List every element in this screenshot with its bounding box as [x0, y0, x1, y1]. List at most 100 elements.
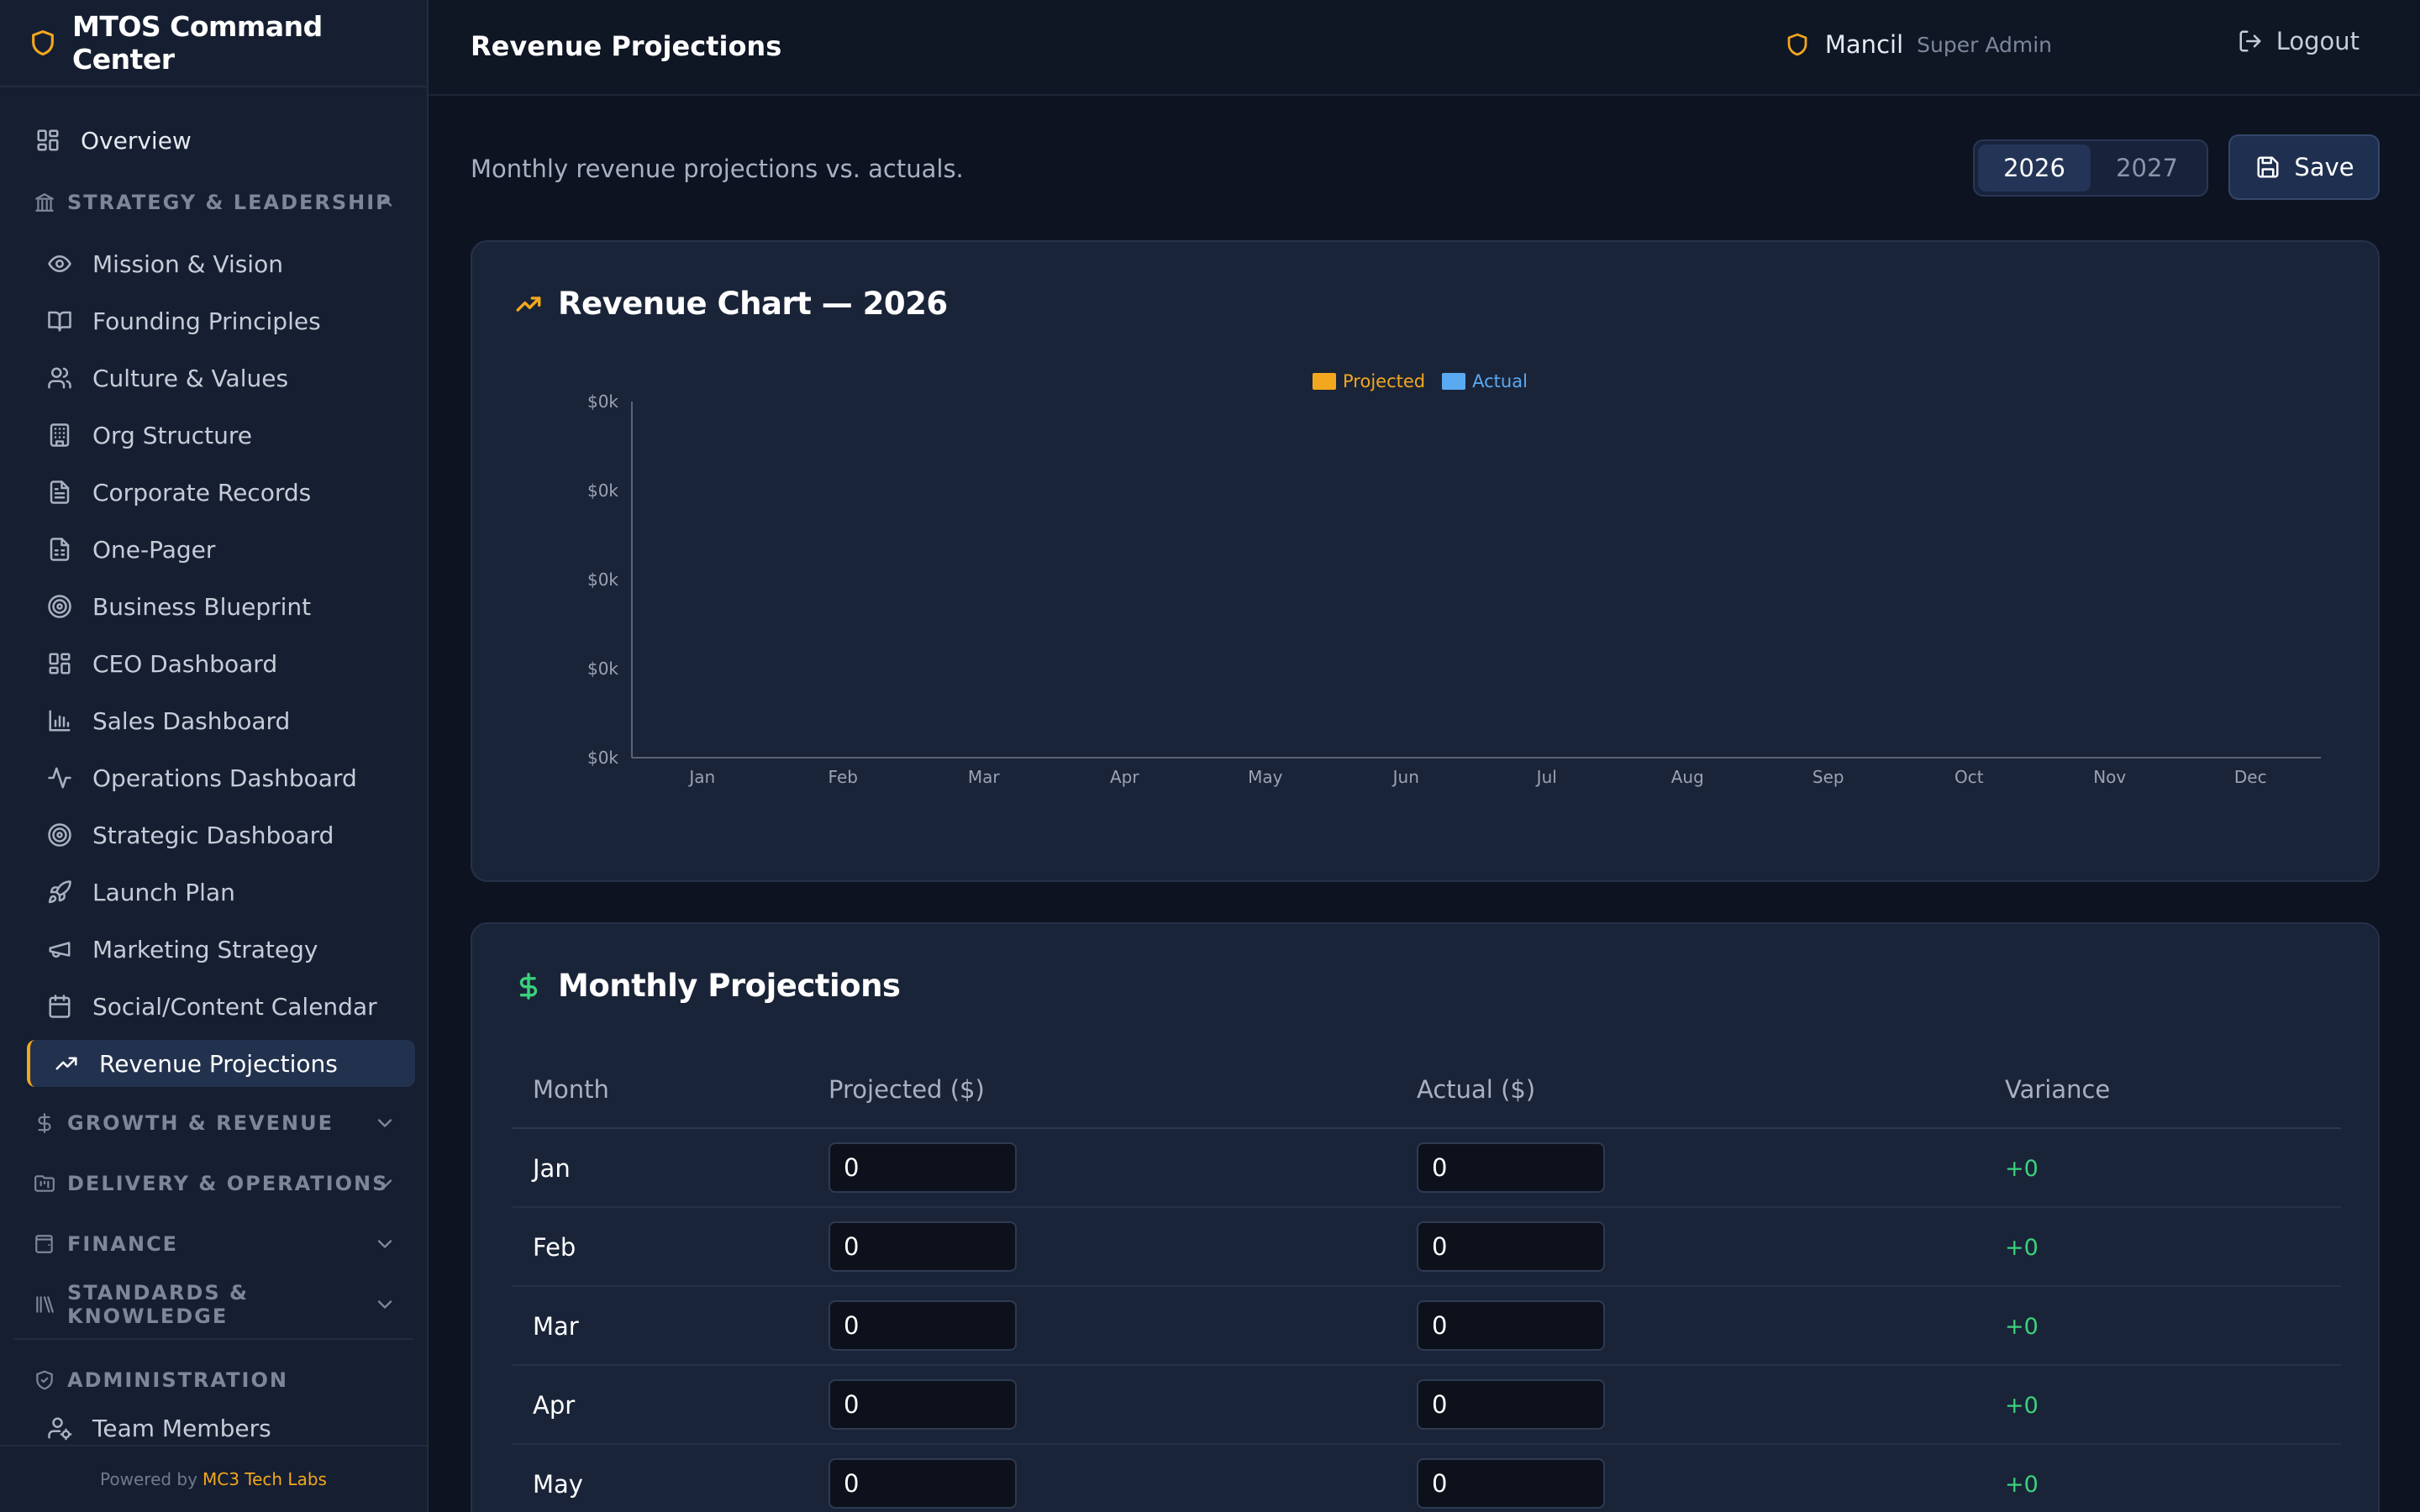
brand[interactable]: MTOS Command Center: [0, 0, 427, 87]
year-button-2027[interactable]: 2027: [2091, 144, 2203, 192]
actual-input[interactable]: [1417, 1300, 1605, 1351]
actual-input[interactable]: [1417, 1458, 1605, 1509]
x-tick-label: Dec: [2234, 767, 2267, 787]
sidebar-item-sales-dashboard[interactable]: Sales Dashboard: [35, 697, 413, 744]
projected-input[interactable]: [829, 1142, 1017, 1193]
table-header: Month Projected ($) Actual ($) Variance: [513, 1050, 2341, 1129]
variance-cell: +0: [2005, 1472, 2039, 1498]
sidebar-item-label: Marketing Strategy: [92, 935, 318, 963]
sidebar-item-ceo-dashboard[interactable]: CEO Dashboard: [35, 640, 413, 687]
actual-input[interactable]: [1417, 1142, 1605, 1193]
sidebar-item-org-structure[interactable]: Org Structure: [35, 412, 413, 459]
x-tick-label: May: [1248, 767, 1283, 787]
sidebar-item-strategic-dashboard[interactable]: Strategic Dashboard: [35, 811, 413, 858]
table-title: Monthly Projections: [558, 968, 901, 1004]
user-cog-icon: [45, 1414, 74, 1442]
year-button-2026[interactable]: 2026: [1978, 144, 2091, 192]
sidebar-item-label: Org Structure: [92, 421, 252, 449]
table-row: Apr +0: [513, 1366, 2341, 1445]
sidebar-item-revenue-projections[interactable]: Revenue Projections: [27, 1040, 415, 1087]
column-header-projected: Projected ($): [829, 1075, 985, 1104]
sidebar-item-label: Corporate Records: [92, 478, 312, 507]
sidebar-item-operations-dashboard[interactable]: Operations Dashboard: [35, 754, 413, 801]
dollar-icon: [34, 1112, 55, 1134]
target-icon: [45, 821, 74, 849]
projected-input[interactable]: [829, 1300, 1017, 1351]
sidebar-item-label: Operations Dashboard: [92, 764, 357, 792]
logout-icon: [2236, 27, 2265, 55]
brand-name: MTOS Command Center: [72, 10, 323, 76]
section-delivery-operations[interactable]: DELIVERY & OPERATIONS: [27, 1163, 402, 1205]
projected-input[interactable]: [829, 1221, 1017, 1272]
y-tick-label: $0k: [587, 748, 618, 768]
sidebar-item-founding-principles[interactable]: Founding Principles: [35, 297, 413, 344]
chevron-down-icon: [373, 1172, 397, 1195]
target-icon: [45, 592, 74, 621]
wallet-icon: [34, 1233, 55, 1255]
sidebar-item-one-pager[interactable]: One-Pager: [35, 526, 413, 573]
variance-cell: +0: [2005, 1314, 2039, 1340]
projected-input[interactable]: [829, 1458, 1017, 1509]
month-cell: Mar: [533, 1312, 579, 1341]
x-tick-label: Aug: [1671, 767, 1704, 787]
revenue-chart: $0k $0k $0k $0k $0k Jan Feb Mar Apr May Jun Jul Aug S…: [587, 391, 2321, 787]
sidebar-item-overview[interactable]: Overview: [27, 119, 413, 161]
dollar-icon: [514, 972, 543, 1000]
actual-input[interactable]: [1417, 1221, 1605, 1272]
sidebar-item-label: Team Members: [92, 1414, 271, 1442]
x-tick-label: Jun: [1392, 767, 1419, 787]
table-row: Mar +0: [513, 1287, 2341, 1366]
sidebar-item-business-blueprint[interactable]: Business Blueprint: [35, 583, 413, 630]
y-tick-label: $0k: [587, 570, 618, 590]
users-icon: [45, 364, 74, 392]
section-label: FINANCE: [67, 1232, 179, 1256]
column-header-variance: Variance: [2005, 1075, 2111, 1104]
sidebar-item-label: Mission & Vision: [92, 249, 283, 278]
y-tick-label: $0k: [587, 391, 618, 412]
logout-label: Logout: [2275, 27, 2360, 55]
y-tick-label: $0k: [587, 659, 618, 679]
section-label: STANDARDS & KNOWLEDGE: [67, 1281, 249, 1328]
sidebar-item-marketing-strategy[interactable]: Marketing Strategy: [35, 926, 413, 973]
actual-input[interactable]: [1417, 1379, 1605, 1430]
section-standards-knowledge[interactable]: STANDARDS & KNOWLEDGE: [27, 1281, 402, 1328]
sidebar-item-corporate-records[interactable]: Corporate Records: [35, 469, 413, 516]
sidebar-item-label: Social/Content Calendar: [92, 992, 377, 1021]
sidebar-item-label: Launch Plan: [92, 878, 235, 906]
library-icon: [34, 1294, 55, 1315]
column-header-actual: Actual ($): [1417, 1075, 1536, 1104]
sidebar-item-culture-values[interactable]: Culture & Values: [35, 354, 413, 402]
sidebar-divider: [13, 1338, 413, 1340]
x-tick-label: Nov: [2093, 767, 2126, 787]
section-strategy-leadership[interactable]: STRATEGY & LEADERSHIP: [27, 181, 402, 223]
section-label: GROWTH & REVENUE: [67, 1111, 334, 1135]
save-label: Save: [2294, 153, 2354, 181]
trending-up-icon: [52, 1049, 81, 1078]
year-toggle: 2026 2027: [1973, 139, 2208, 197]
save-icon: [2254, 153, 2282, 181]
file-text-icon: [45, 478, 74, 507]
x-tick-label: Jan: [687, 767, 715, 787]
x-tick-label: Mar: [968, 767, 1001, 787]
section-finance[interactable]: FINANCE: [27, 1223, 402, 1265]
section-administration[interactable]: ADMINISTRATION: [27, 1359, 402, 1401]
megaphone-icon: [45, 935, 74, 963]
sidebar-item-mission-vision[interactable]: Mission & Vision: [35, 240, 413, 287]
section-growth-revenue[interactable]: GROWTH & REVENUE: [27, 1102, 402, 1144]
footer-brand-link[interactable]: MC3 Tech Labs: [203, 1469, 327, 1489]
projected-input[interactable]: [829, 1379, 1017, 1430]
table-row: May +0: [513, 1445, 2341, 1512]
landmark-icon: [34, 192, 55, 213]
logout-button[interactable]: Logout: [2236, 27, 2360, 55]
sidebar: MTOS Command Center Overview STRATEGY & …: [0, 0, 429, 1512]
month-cell: Apr: [533, 1391, 576, 1420]
save-button[interactable]: Save: [2228, 134, 2380, 200]
file-spreadsheet-icon: [45, 535, 74, 564]
page-title: Revenue Projections: [471, 30, 782, 62]
y-tick-label: $0k: [587, 480, 618, 501]
bar-chart-icon: [45, 706, 74, 735]
chevron-down-icon: [373, 1232, 397, 1256]
sidebar-item-label: Strategic Dashboard: [92, 821, 334, 849]
sidebar-item-social-content-calendar[interactable]: Social/Content Calendar: [35, 983, 413, 1030]
sidebar-item-launch-plan[interactable]: Launch Plan: [35, 869, 413, 916]
